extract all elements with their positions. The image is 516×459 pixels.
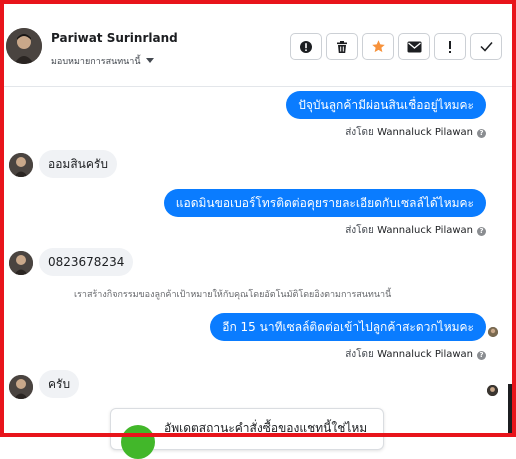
exclamation-icon: [449, 40, 451, 53]
order-status-prompt-card[interactable]: อัพเดตสถานะคำสั่งซื้อของแชทนี้ใช่ไหม: [110, 408, 384, 459]
spam-button[interactable]: [290, 33, 322, 60]
sent-by-agent: Wannaluck Pilawan: [377, 349, 473, 360]
order-status-prompt-text: อัพเดตสถานะคำสั่งซื้อของแชทนี้ใช่ไหม: [164, 421, 368, 435]
sent-by-prefix: ส่งโดย: [345, 225, 374, 236]
help-icon[interactable]: ?: [477, 227, 486, 236]
star-button[interactable]: [362, 33, 394, 60]
outgoing-message[interactable]: ปัจุบันลูกค้ามีผ่อนสินเชื่ออยู่ไหมคะ: [286, 91, 486, 119]
incoming-message[interactable]: 0823678234: [39, 248, 134, 276]
sent-by-label: ส่งโดย Wannaluck Pilawan?: [345, 125, 486, 140]
read-receipt-avatar: [488, 327, 498, 337]
scrollbar-thumb[interactable]: [508, 384, 512, 433]
help-icon[interactable]: ?: [477, 351, 486, 360]
assign-conversation-dropdown[interactable]: มอบหมายการสนทนานี้: [51, 54, 154, 68]
contact-avatar-small: [9, 251, 33, 275]
outgoing-message[interactable]: อีก 15 นาทีเซลล์ติดต่อเข้าไปลูกค้าสะดวกไ…: [210, 313, 486, 341]
envelope-icon: [407, 41, 421, 52]
help-icon[interactable]: ?: [477, 129, 486, 138]
outgoing-message[interactable]: แอดมินขอเบอร์โทรติดต่อคุยรายละเอียดกับเซ…: [163, 189, 486, 217]
system-message: เราสร้างกิจกรรมของลูกค้าเป้าหมายให้กับคุ…: [74, 290, 392, 300]
assign-label: มอบหมายการสนทนานี้: [51, 57, 141, 67]
done-button[interactable]: [470, 33, 502, 60]
contact-avatar-small: [9, 375, 33, 399]
checkmark-icon: [479, 42, 493, 52]
sent-by-agent: Wannaluck Pilawan: [377, 127, 473, 138]
incoming-message[interactable]: ออมสินครับ: [39, 150, 117, 178]
sent-by-label: ส่งโดย Wannaluck Pilawan?: [345, 347, 486, 362]
delete-button[interactable]: [326, 33, 358, 60]
order-status-icon: [121, 425, 155, 459]
contact-name[interactable]: Pariwat Surinrland: [51, 31, 178, 45]
incoming-message[interactable]: ครับ: [39, 370, 80, 398]
caret-down-icon: [145, 58, 154, 63]
star-icon: [371, 40, 385, 53]
sent-by-label: ส่งโดย Wannaluck Pilawan?: [345, 223, 486, 238]
mark-unread-button[interactable]: [398, 33, 430, 60]
contact-avatar[interactable]: [6, 28, 42, 64]
sent-by-prefix: ส่งโดย: [345, 127, 374, 138]
alert-circle-icon: [300, 40, 312, 53]
message-thread[interactable]: ปัจุบันลูกค้ามีผ่อนสินเชื่ออยู่ไหมคะ ส่ง…: [4, 87, 506, 433]
sent-by-prefix: ส่งโดย: [345, 349, 374, 360]
conversation-header: Pariwat Surinrland มอบหมายการสนทนานี้: [4, 4, 512, 87]
trash-icon: [337, 40, 347, 53]
sent-by-agent: Wannaluck Pilawan: [377, 225, 473, 236]
read-receipt-avatar: [487, 385, 498, 396]
follow-up-button[interactable]: [434, 33, 466, 60]
contact-avatar-small: [9, 153, 33, 177]
